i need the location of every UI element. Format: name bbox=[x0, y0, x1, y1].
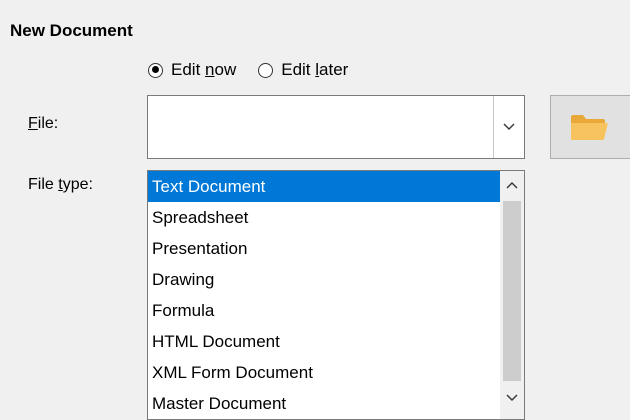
edit-now-radio[interactable]: Edit now bbox=[148, 60, 236, 80]
file-type-listbox[interactable]: Text Document Spreadsheet Presentation D… bbox=[147, 170, 525, 420]
list-item-text-document[interactable]: Text Document bbox=[148, 171, 500, 202]
file-type-label: File type: bbox=[28, 176, 93, 193]
chevron-down-icon bbox=[503, 123, 515, 130]
list-item-presentation[interactable]: Presentation bbox=[148, 233, 500, 264]
radio-checked-indicator bbox=[148, 62, 163, 78]
vertical-scrollbar[interactable] bbox=[500, 171, 524, 419]
list-item-master-document[interactable]: Master Document bbox=[148, 388, 500, 419]
edit-later-label: Edit later bbox=[281, 60, 349, 79]
file-combobox[interactable] bbox=[147, 95, 525, 159]
edit-mode-group: Edit now Edit later bbox=[148, 60, 348, 80]
scroll-up-button[interactable] bbox=[500, 173, 524, 197]
list-item-formula[interactable]: Formula bbox=[148, 295, 500, 326]
list-item-xml-form-document[interactable]: XML Form Document bbox=[148, 357, 500, 388]
list-item-drawing[interactable]: Drawing bbox=[148, 264, 500, 295]
section-title: New Document bbox=[10, 21, 133, 40]
list-item-html-document[interactable]: HTML Document bbox=[148, 326, 500, 357]
edit-now-label: Edit now bbox=[171, 60, 237, 79]
scrollbar-thumb[interactable] bbox=[503, 201, 521, 381]
file-type-list: Text Document Spreadsheet Presentation D… bbox=[148, 171, 500, 419]
file-dropdown-button[interactable] bbox=[493, 96, 524, 158]
scroll-down-button[interactable] bbox=[500, 386, 524, 410]
radio-unchecked-indicator bbox=[258, 62, 274, 78]
chevron-up-icon bbox=[506, 182, 518, 189]
chevron-down-icon bbox=[506, 394, 518, 401]
folder-icon bbox=[571, 115, 608, 140]
browse-folder-button[interactable] bbox=[550, 95, 630, 159]
edit-later-radio[interactable]: Edit later bbox=[258, 60, 348, 80]
list-item-spreadsheet[interactable]: Spreadsheet bbox=[148, 202, 500, 233]
file-label: File: bbox=[28, 115, 59, 132]
